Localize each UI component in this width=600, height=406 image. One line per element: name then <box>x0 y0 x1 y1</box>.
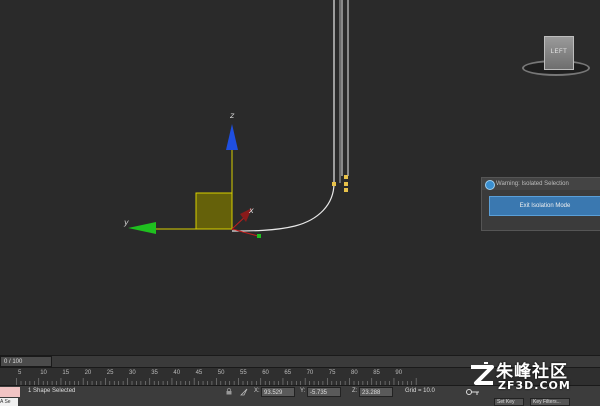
spline-shape-outline[interactable] <box>341 0 349 176</box>
ruler-tick-label: 40 <box>173 370 181 376</box>
z-coordinate-field[interactable]: 23.288 <box>359 387 393 397</box>
y-coordinate-field[interactable]: -5.735 <box>307 387 341 397</box>
spline-vertex[interactable] <box>344 188 348 192</box>
ruler-tick-label: 65 <box>284 370 292 376</box>
axis-x-label: x <box>248 206 254 215</box>
selection-lock-icon[interactable] <box>226 388 232 395</box>
gizmo-axis-z-arrow[interactable] <box>226 124 238 150</box>
ruler-tick-label: 15 <box>62 370 70 376</box>
gizmo-axis-y-arrow[interactable] <box>128 222 156 234</box>
ruler-tick-label: 75 <box>328 370 336 376</box>
ruler-tick-label: 30 <box>129 370 136 376</box>
ruler-tick-label: 85 <box>373 370 380 376</box>
ruler-tick-label: 10 <box>40 370 47 376</box>
selection-color-swatch[interactable] <box>0 387 20 397</box>
watermark-url: ZF3D.COM <box>498 379 571 392</box>
selection-status: 1 Shape Selected <box>28 388 76 394</box>
absolute-mode-icon[interactable] <box>240 388 248 396</box>
ruler-tick-label: 70 <box>306 370 314 376</box>
viewcube[interactable]: LEFT <box>520 30 590 78</box>
spline-vertex[interactable] <box>332 182 336 186</box>
spline-shape[interactable] <box>231 0 335 232</box>
info-icon <box>485 180 495 190</box>
y-label: Y: <box>300 388 306 394</box>
ruler-tick-label: 55 <box>240 370 247 376</box>
x-label: X: <box>254 388 260 394</box>
axis-y-label: y <box>123 218 129 227</box>
gizmo-plane-yz[interactable] <box>195 192 233 230</box>
ruler-tick-label: 60 <box>262 370 269 376</box>
ruler-tick-label: 5 <box>18 370 22 376</box>
exit-isolation-mode-button[interactable]: Exit Isolation Mode <box>489 196 600 216</box>
isolated-selection-warning: Warning: Isolated Selection Exit Isolati… <box>481 177 600 231</box>
x-coordinate-field[interactable]: 93.529 <box>261 387 295 397</box>
frame-counter[interactable]: 0 / 100 <box>0 356 52 367</box>
gizmo-helper-point <box>257 234 261 238</box>
ruler-tick-label: 45 <box>195 370 203 376</box>
viewport-left[interactable]: z y x LEFT Warning: Isolated Selection E… <box>0 0 600 355</box>
viewcube-face-left[interactable]: LEFT <box>544 36 574 70</box>
ruler-tick-label: 50 <box>217 370 225 376</box>
watermark: 朱峰社区 ZF3D.COM <box>468 357 598 403</box>
warning-title-bar[interactable]: Warning: Isolated Selection <box>482 178 600 190</box>
ruler-tick-label: 35 <box>151 370 158 376</box>
ruler-tick-label: 20 <box>84 370 92 376</box>
warning-title: Warning: Isolated Selection <box>496 181 569 187</box>
watermark-logo-icon <box>471 362 494 385</box>
grid-size: Grid = 10.0 <box>405 388 435 394</box>
spline-vertex[interactable] <box>344 175 348 179</box>
spline-vertex[interactable] <box>344 182 348 186</box>
ruler-tick-label: 90 <box>395 370 403 376</box>
ruler-tick-label: 25 <box>106 370 114 376</box>
z-label: Z: <box>352 388 358 394</box>
ruler-tick-label: 80 <box>351 370 358 376</box>
axis-z-label: z <box>229 111 235 120</box>
